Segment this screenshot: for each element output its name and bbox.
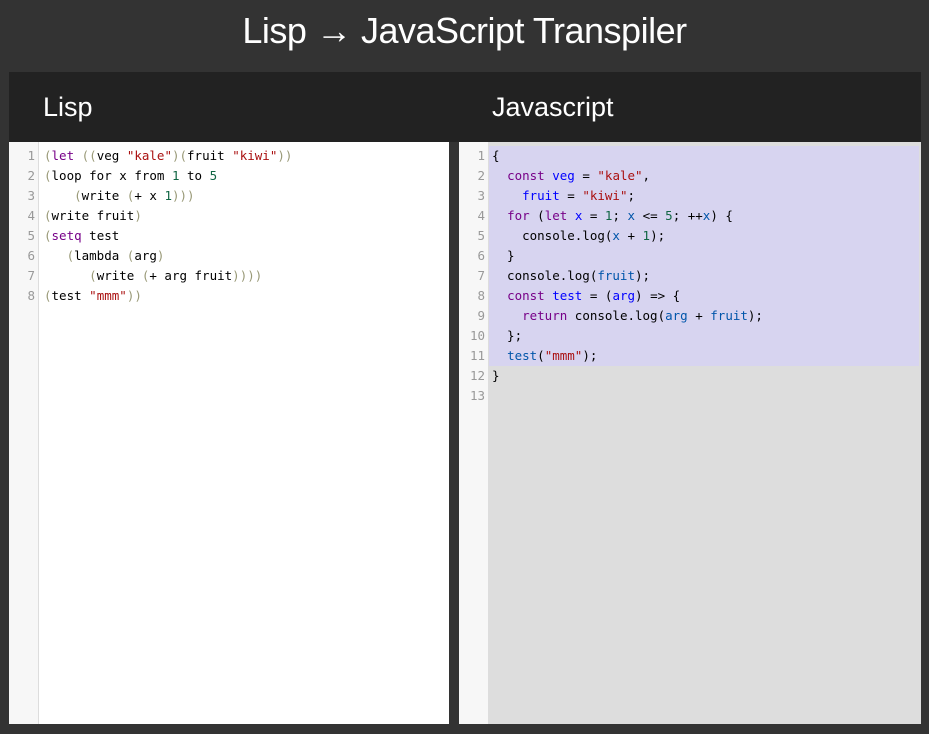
code-line[interactable]: 3 (write (+ x 1))) bbox=[9, 186, 449, 206]
code-line[interactable]: 3 fruit = "kiwi"; bbox=[459, 186, 921, 206]
line-number: 10 bbox=[469, 328, 485, 343]
code-text: const test = (arg) => { bbox=[507, 288, 681, 303]
line-number: 13 bbox=[469, 388, 485, 403]
line-number: 11 bbox=[469, 348, 485, 363]
javascript-code-output[interactable]: 1{2 const veg = "kale", 3 fruit = "kiwi";… bbox=[459, 142, 921, 724]
code-text: console.log(x + 1); bbox=[492, 228, 666, 243]
javascript-code-lines[interactable]: 1{2 const veg = "kale", 3 fruit = "kiwi";… bbox=[459, 146, 921, 406]
javascript-panel-title: Javascript bbox=[492, 91, 614, 122]
line-number: 6 bbox=[27, 248, 35, 263]
lisp-panel-title: Lisp bbox=[43, 91, 93, 122]
selection-highlight bbox=[489, 146, 919, 166]
code-text: (loop for x from 1 to 5 bbox=[44, 168, 218, 183]
code-text: } bbox=[492, 248, 515, 263]
code-text: (lambda (arg) bbox=[66, 248, 165, 263]
transpiler-app: Lisp → JavaScript Transpiler Lisp Javasc… bbox=[0, 0, 929, 734]
code-line[interactable]: 12} bbox=[459, 366, 921, 386]
code-text: for (let x = 1; x <= 5; ++x) { bbox=[507, 208, 733, 223]
line-number: 3 bbox=[477, 188, 485, 203]
code-line[interactable]: 11 test("mmm"); bbox=[459, 346, 921, 366]
page-title: Lisp → JavaScript Transpiler bbox=[242, 10, 687, 51]
code-text: const veg = "kale", bbox=[507, 168, 651, 183]
code-text: (write (+ x 1))) bbox=[74, 188, 195, 203]
selection-highlight bbox=[489, 326, 919, 346]
line-number: 7 bbox=[27, 268, 35, 283]
code-text: return console.log(arg + fruit); bbox=[522, 308, 763, 323]
line-number: 1 bbox=[27, 148, 35, 163]
line-number: 4 bbox=[477, 208, 485, 223]
code-line[interactable]: 4 (write fruit) bbox=[9, 206, 449, 226]
code-text: }; bbox=[492, 328, 523, 343]
line-number: 3 bbox=[27, 188, 35, 203]
code-line[interactable]: 5 console.log(x + 1); bbox=[459, 226, 921, 246]
code-line[interactable]: 5 (setq test bbox=[9, 226, 449, 246]
code-line[interactable]: 2 (loop for x from 1 to 5 bbox=[9, 166, 449, 186]
line-number: 8 bbox=[477, 288, 485, 303]
code-text: (let ((veg "kale")(fruit "kiwi")) bbox=[44, 148, 293, 163]
code-line[interactable]: 7 (write (+ arg fruit)))) bbox=[9, 266, 449, 286]
line-number: 7 bbox=[477, 268, 485, 283]
line-number: 5 bbox=[27, 228, 35, 243]
code-text: { bbox=[492, 148, 500, 163]
code-line[interactable]: 9 return console.log(arg + fruit); bbox=[459, 306, 921, 326]
code-line[interactable]: 8 const test = (arg) => { bbox=[459, 286, 921, 306]
code-line[interactable]: 1 (let ((veg "kale")(fruit "kiwi")) bbox=[9, 146, 449, 166]
code-text: fruit = "kiwi"; bbox=[522, 188, 636, 203]
line-number: 4 bbox=[27, 208, 35, 223]
line-number: 2 bbox=[477, 168, 485, 183]
line-number: 2 bbox=[27, 168, 35, 183]
line-number: 6 bbox=[477, 248, 485, 263]
code-text: (test "mmm")) bbox=[44, 288, 142, 303]
code-line[interactable]: 2 const veg = "kale", bbox=[459, 166, 921, 186]
line-number: 9 bbox=[477, 308, 485, 323]
lisp-code-lines[interactable]: 1 (let ((veg "kale")(fruit "kiwi")) 2 (loop… bbox=[9, 146, 449, 306]
code-line[interactable]: 4 for (let x = 1; x <= 5; ++x) { bbox=[459, 206, 921, 226]
selection-highlight bbox=[489, 246, 919, 266]
javascript-panel-header: Javascript bbox=[458, 72, 921, 142]
code-line[interactable]: 8 (test "mmm")) bbox=[9, 286, 449, 306]
line-number: 5 bbox=[477, 228, 485, 243]
lisp-code-editor[interactable]: 1 (let ((veg "kale")(fruit "kiwi")) 2 (loop… bbox=[9, 142, 449, 724]
code-line[interactable]: 6 } bbox=[459, 246, 921, 266]
code-line[interactable]: 7 console.log(fruit); bbox=[459, 266, 921, 286]
code-text: (write (+ arg fruit)))) bbox=[89, 268, 263, 283]
code-line[interactable]: 1{ bbox=[459, 146, 921, 166]
lisp-panel-header: Lisp bbox=[9, 72, 458, 142]
line-number: 1 bbox=[477, 148, 485, 163]
code-line[interactable]: 13 bbox=[459, 386, 921, 406]
code-text: test("mmm"); bbox=[507, 348, 598, 363]
line-number: 8 bbox=[27, 288, 35, 303]
code-text: console.log(fruit); bbox=[492, 268, 651, 283]
code-text: (write fruit) bbox=[44, 208, 142, 223]
code-line[interactable]: 10 }; bbox=[459, 326, 921, 346]
code-text: (setq test bbox=[44, 228, 120, 243]
code-text: } bbox=[492, 368, 500, 383]
line-number: 12 bbox=[469, 368, 485, 383]
code-line[interactable]: 6 (lambda (arg) bbox=[9, 246, 449, 266]
